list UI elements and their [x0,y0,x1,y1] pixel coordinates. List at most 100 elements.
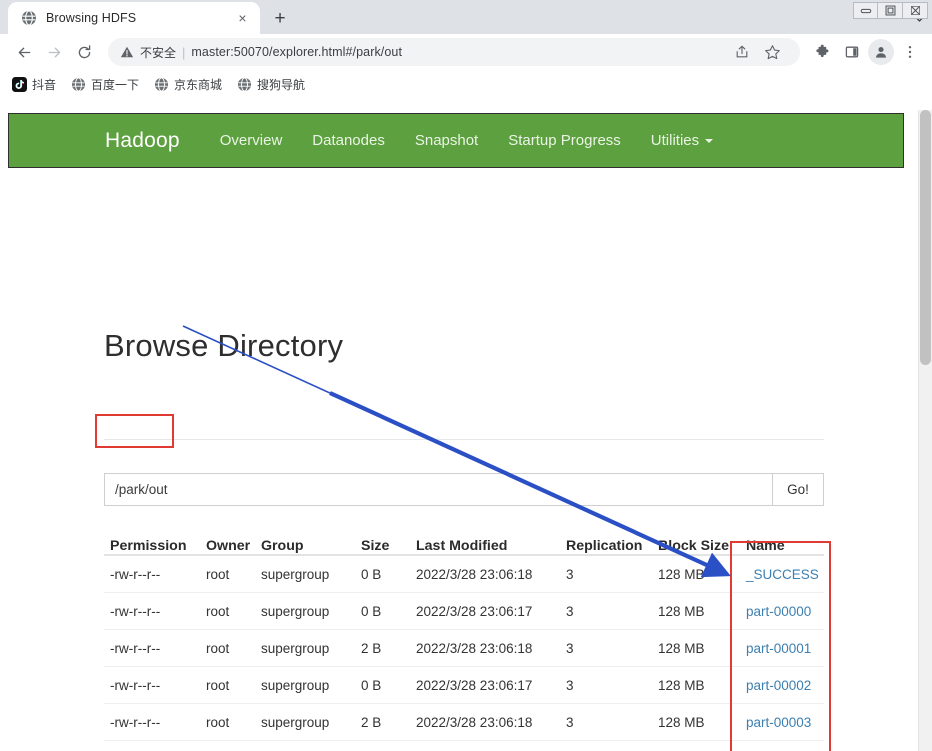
cell-size: 0 B [361,566,382,582]
cell-modified: 2022/3/28 23:06:18 [416,714,533,730]
col-owner: Owner [206,538,251,554]
browser-tab[interactable]: Browsing HDFS × [8,2,260,34]
bookmark-item[interactable]: 京东商城 [154,76,222,93]
hadoop-brand[interactable]: Hadoop [105,129,180,153]
cell-permission: -rw-r--r-- [110,566,161,582]
cell-replication: 3 [566,566,574,582]
cell-permission: -rw-r--r-- [110,714,161,730]
cell-modified: 2022/3/28 23:06:18 [416,566,533,582]
security-status-text: 不安全 [140,45,177,60]
globe-icon [237,76,252,92]
bookmark-item[interactable]: 抖音 [12,76,56,93]
nav-snapshot[interactable]: Snapshot [415,132,478,149]
cell-replication: 3 [566,640,574,656]
cell-permission: -rw-r--r-- [110,603,161,619]
browser-toolbar: 不安全 | master:50070/explorer.html#/park/o… [0,34,932,70]
cell-replication: 3 [566,714,574,730]
close-window-button[interactable] [903,2,928,19]
cell-modified: 2022/3/28 23:06:17 [416,677,533,693]
minimize-button[interactable] [853,2,878,19]
bookmark-item[interactable]: 百度一下 [71,76,139,93]
cell-name[interactable]: part-00001 [740,641,824,656]
cell-name[interactable]: part-00003 [740,715,824,730]
tab-strip: Browsing HDFS × + [0,0,932,34]
forward-icon[interactable] [40,38,68,66]
hdfs-explorer-page: Hadoop Overview Datanodes Snapshot Start… [0,110,918,751]
window-controls [853,2,928,19]
cell-replication: 3 [566,677,574,693]
cell-group: supergroup [261,640,330,656]
table-row: -rw-r--r--rootsupergroup2 B2022/3/28 23:… [104,704,824,741]
cell-permission: -rw-r--r-- [110,640,161,656]
back-icon[interactable] [10,38,38,66]
chevron-down-icon [705,139,714,144]
more-menu-icon[interactable] [896,38,924,66]
extensions-puzzle-icon[interactable] [808,38,836,66]
cell-owner: root [206,714,230,730]
profile-avatar-icon[interactable] [868,39,894,65]
browser-window: Browsing HDFS × + 不安全 | master:50070/exp… [0,0,932,751]
cell-name[interactable]: part-00000 [740,604,824,619]
col-last-modified: Last Modified [416,538,508,554]
cell-owner: root [206,566,230,582]
cell-size: 0 B [361,677,382,693]
cell-block-size: 128 MB [658,566,705,582]
globe-icon [71,76,86,92]
cell-owner: root [206,603,230,619]
cell-group: supergroup [261,603,330,619]
scrollbar-thumb[interactable] [920,110,931,365]
table-row: -rw-r--r-- root supergroup 2 B 2022/3/28 23:… [104,630,824,667]
cell-name[interactable]: part-00002 [740,678,824,693]
table-body: -rw-r--r-- root supergroup 0 B 2022/3/28 23:… [104,556,824,751]
cell-owner: root [206,640,230,656]
hadoop-navbar: Hadoop Overview Datanodes Snapshot Start… [8,113,904,168]
vertical-scrollbar[interactable] [918,110,932,751]
side-panel-icon[interactable] [838,38,866,66]
bookmark-label: 抖音 [32,77,57,92]
page-viewport: Hadoop Overview Datanodes Snapshot Start… [0,110,932,751]
cell-modified: 2022/3/28 23:06:17 [416,603,533,619]
close-icon[interactable]: × [234,10,251,27]
bookmarks-bar: 抖音 百度一下 京东商城 搜狗导航 [0,70,932,98]
nav-utilities-label: Utilities [650,132,700,149]
cell-group: supergroup [261,566,330,582]
table-row: -rw-r--r-- root supergroup 0 B 2022/3/28 23:… [104,556,824,593]
star-icon[interactable] [758,38,786,66]
cell-size: 2 B [361,640,382,656]
share-icon[interactable] [728,38,756,66]
cell-size: 0 B [361,603,382,619]
url-text: master:50070/explorer.html#/park/out [191,45,403,59]
col-replication: Replication [566,538,643,554]
go-button[interactable]: Go! [772,473,824,506]
douyin-icon [12,76,27,92]
nav-datanodes[interactable]: Datanodes [312,132,385,149]
cell-group: supergroup [261,714,330,730]
table-row: -rw-r--r-- root supergroup 0 B 2022/3/28 23:… [104,593,824,630]
cell-name[interactable]: _SUCCESS [740,567,824,582]
page-title: Browse Directory [104,328,344,363]
nav-overview[interactable]: Overview [220,132,283,149]
path-input[interactable] [104,473,772,506]
title-divider [104,439,824,440]
directory-table: Permission Owner Group Size Last Modifie… [104,526,824,751]
cell-block-size: 128 MB [658,603,705,619]
table-row: -rw-r--r--rootsupergroup2 B2022/3/28 23:… [104,741,824,751]
omnibox-actions [728,38,786,66]
reload-icon[interactable] [70,38,98,66]
bookmark-item[interactable]: 搜狗导航 [237,76,305,93]
omnibox-separator: | [182,44,186,60]
new-tab-button[interactable]: + [266,4,294,32]
warning-triangle-icon [120,45,134,59]
globe-icon [154,76,169,92]
cell-permission: -rw-r--r-- [110,677,161,693]
cell-block-size: 128 MB [658,677,705,693]
bookmark-label: 京东商城 [174,77,223,92]
col-permission: Permission [110,538,187,554]
nav-utilities[interactable]: Utilities [650,132,714,149]
cell-modified: 2022/3/28 23:06:18 [416,640,533,656]
nav-startup-progress[interactable]: Startup Progress [508,132,621,149]
cell-replication: 3 [566,603,574,619]
maximize-button[interactable] [878,2,903,19]
address-bar[interactable]: 不安全 | master:50070/explorer.html#/park/o… [108,38,800,66]
cell-owner: root [206,677,230,693]
